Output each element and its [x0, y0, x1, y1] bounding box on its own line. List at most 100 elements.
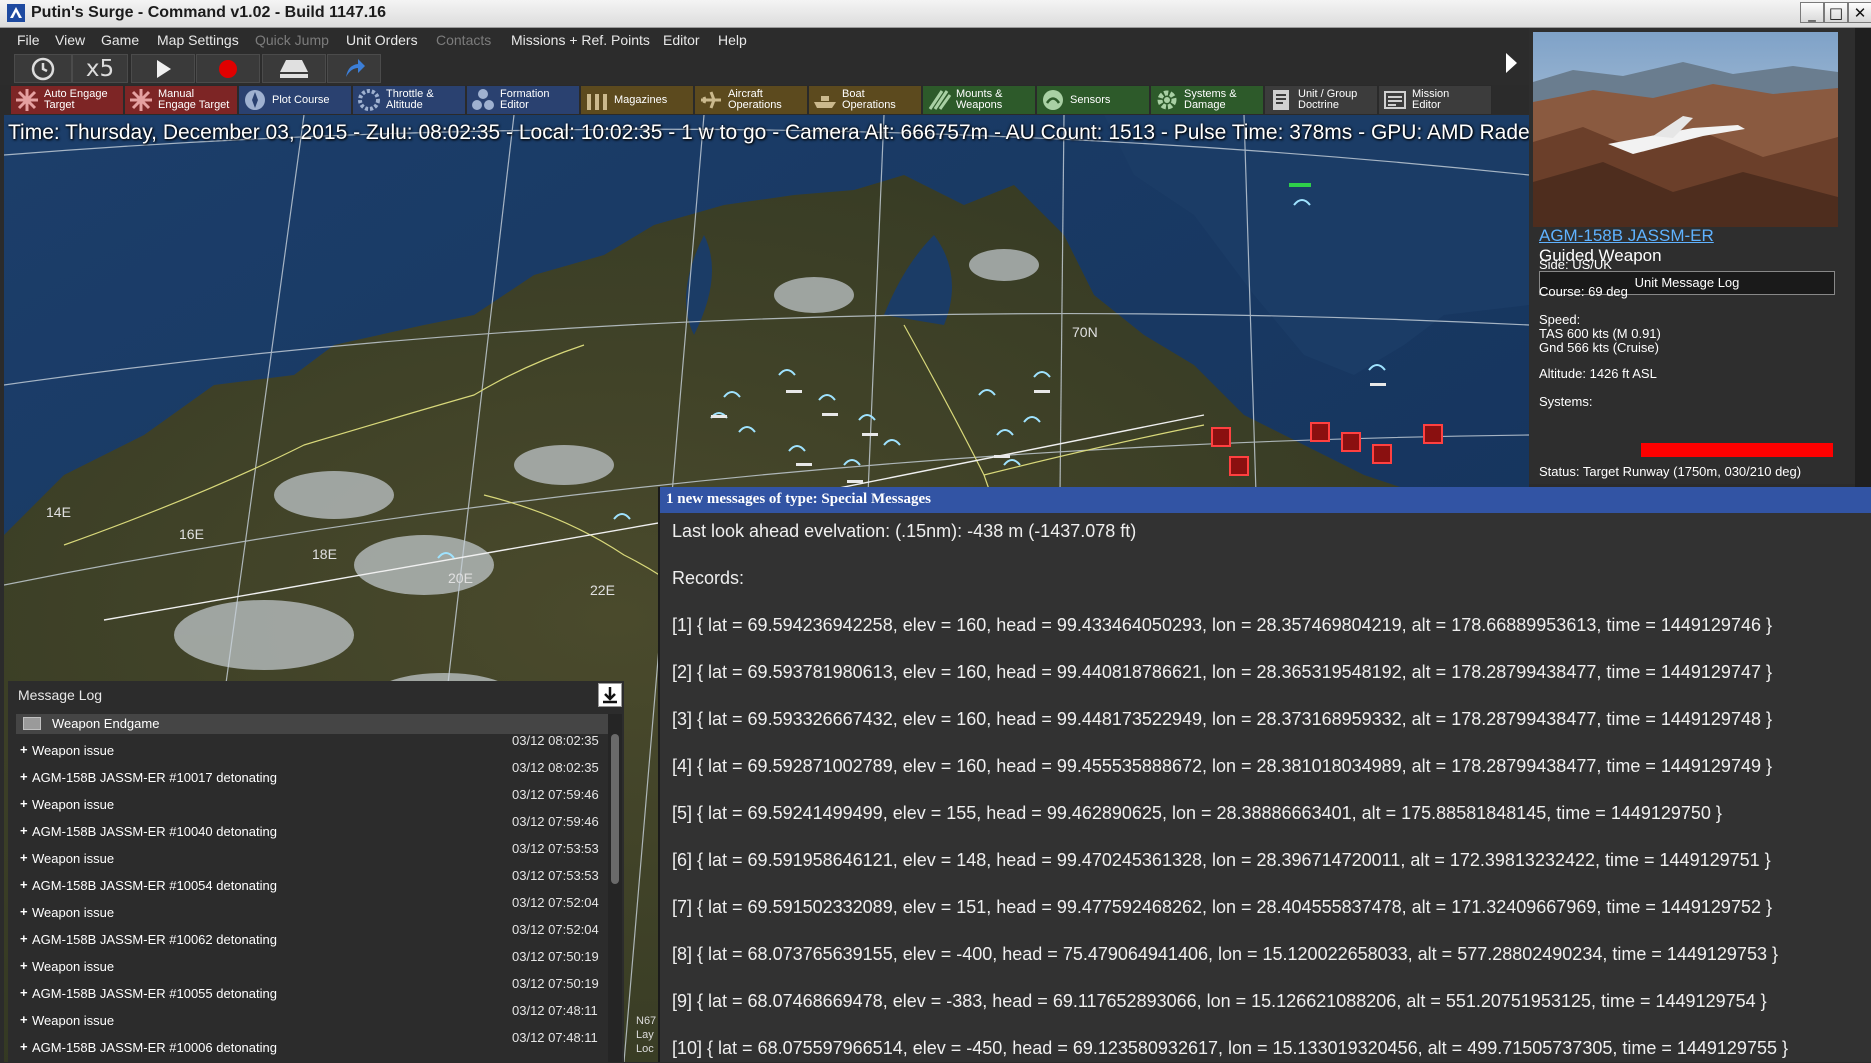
toolbar-label: Magazines [614, 93, 668, 106]
window-title-bar: Putin's Surge - Command v1.02 - Build 11… [0, 0, 1871, 28]
grid-label-22e: 22E [590, 582, 615, 598]
toolbar-label: Systems & Damage [1184, 88, 1237, 111]
close-button[interactable]: ✕ [1848, 2, 1871, 23]
popup-line: Last look ahead evelvation: (.15nm): -43… [672, 521, 1137, 541]
menu-unit-orders[interactable]: Unit Orders [346, 32, 418, 48]
expand-plus-icon[interactable]: + [20, 985, 28, 1000]
crosshair-icon [16, 89, 38, 111]
expand-plus-icon[interactable]: + [20, 904, 28, 919]
menu-missions-ref-points[interactable]: Missions + Ref. Points [511, 32, 650, 48]
sensors-button[interactable]: Sensors [1036, 85, 1150, 115]
crosshair-icon [130, 89, 152, 111]
unit-systems-label: Systems: [1539, 394, 1593, 409]
grid-label-16e: 16E [179, 526, 204, 542]
unit-speed-gnd: Gnd 566 kts (Cruise) [1539, 340, 1659, 355]
throttle-altitude-button[interactable]: Throttle & Altitude [352, 85, 466, 115]
compass-icon [245, 90, 265, 110]
menu-game[interactable]: Game [101, 32, 139, 48]
time-compression-display[interactable]: x5 [72, 54, 128, 83]
toolbar-label: Plot Course [272, 93, 330, 106]
message-log-download-button[interactable] [598, 683, 622, 707]
toolbar-label: Throttle & Altitude [386, 88, 434, 111]
unit-name-link[interactable]: AGM-158B JASSM-ER [1539, 226, 1714, 246]
toolbar-label: Unit / Group Doctrine [1298, 88, 1358, 111]
panel-collapse-arrow-icon[interactable] [1497, 43, 1525, 83]
log-entry[interactable]: + AGM-158B JASSM-ER #10006 detonating 03… [20, 1030, 610, 1063]
popup-record: [7] { lat = 69.591502332089, elev = 151,… [672, 897, 1772, 917]
menu-bar: File View Game Map Settings Quick Jump U… [0, 28, 1529, 53]
expand-plus-icon[interactable]: + [20, 823, 28, 838]
message-log-title: Message Log [18, 687, 103, 703]
expand-plus-icon[interactable]: + [20, 850, 28, 865]
maximize-button[interactable]: □ [1824, 2, 1848, 23]
magazines-button[interactable]: Magazines [580, 85, 694, 115]
toolbar-label: Sensors [1070, 93, 1111, 106]
aircraft-operations-button[interactable]: Aircraft Operations [694, 85, 808, 115]
toolbar-label: Manual Engage Target [158, 88, 230, 111]
auto-engage-target-button[interactable]: Auto Engage Target [10, 85, 124, 115]
unit-photo [1533, 32, 1838, 227]
unit-info-panel: AGM-158B JASSM-ER Guided Weapon Unit Mes… [1529, 28, 1855, 484]
log-group-label: Weapon Endgame [52, 716, 160, 731]
record-button[interactable] [196, 54, 260, 83]
map-corner-info: N67 Lay Loc [636, 1015, 657, 1055]
toolbar-label: Boat Operations [842, 88, 896, 111]
gear-icon [1157, 90, 1177, 110]
expand-plus-icon[interactable]: + [20, 742, 28, 757]
systems-damage-button[interactable]: Systems & Damage [1150, 85, 1264, 115]
grid-label-70n: 70N [1072, 324, 1098, 340]
boat-operations-button[interactable]: Boat Operations [808, 85, 922, 115]
plot-course-button[interactable]: Plot Course [238, 85, 352, 115]
popup-title-bar[interactable]: 1 new messages of type: Special Messages [660, 487, 1871, 513]
message-log-panel: Message Log Weapon Endgame + Weapon issu… [8, 681, 624, 1062]
unit-speed-tas: TAS 600 kts (M 0.91) [1539, 326, 1661, 341]
log-group-header[interactable]: Weapon Endgame [16, 714, 608, 734]
menu-quick-jump[interactable]: Quick Jump [255, 32, 329, 48]
unit-altitude: Altitude: 1426 ft ASL [1539, 366, 1657, 381]
expand-plus-icon[interactable]: + [20, 769, 28, 784]
grid-label-14e: 14E [46, 504, 71, 520]
menu-view[interactable]: View [55, 32, 85, 48]
eject-button[interactable] [262, 54, 326, 83]
message-log-scrollbar[interactable] [608, 714, 622, 1062]
unit-group-doctrine-button[interactable]: Unit / Group Doctrine [1264, 85, 1378, 115]
jump-button[interactable] [327, 54, 381, 83]
scrollbar-thumb[interactable] [611, 734, 619, 884]
manual-engage-target-button[interactable]: Manual Engage Target [124, 85, 238, 115]
sensor-icon [1043, 90, 1063, 110]
menu-file[interactable]: File [17, 32, 40, 48]
popup-record: [4] { lat = 69.592871002789, elev = 160,… [672, 756, 1772, 776]
play-button[interactable] [131, 54, 195, 83]
collapse-toggle-icon[interactable] [23, 717, 41, 730]
record-icon [219, 59, 237, 78]
popup-record: [8] { lat = 68.073765639155, elev = -400… [672, 944, 1778, 964]
expand-plus-icon[interactable]: + [20, 796, 28, 811]
popup-line: Records: [672, 568, 745, 588]
expand-plus-icon[interactable]: + [20, 877, 28, 892]
minimize-button[interactable]: _ [1800, 2, 1824, 23]
popup-record: [1] { lat = 69.594236942258, elev = 160,… [672, 615, 1772, 635]
time-compression-label: x5 [85, 55, 115, 82]
menu-map-settings[interactable]: Map Settings [157, 32, 239, 48]
mission-editor-button[interactable]: Mission Editor [1378, 85, 1492, 115]
expand-plus-icon[interactable]: + [20, 931, 28, 946]
formation-icon [472, 89, 494, 110]
play-icon [157, 59, 171, 78]
toolbar-label: Auto Engage Target [44, 88, 108, 111]
formation-editor-button[interactable]: Formation Editor [466, 85, 580, 115]
menu-editor[interactable]: Editor [663, 32, 700, 48]
app-logo-icon [7, 4, 25, 22]
popup-record: [3] { lat = 69.593326667432, elev = 160,… [672, 709, 1772, 729]
expand-plus-icon[interactable]: + [20, 1039, 28, 1054]
menu-contacts[interactable]: Contacts [436, 32, 491, 48]
unit-speed-label: Speed: [1539, 312, 1581, 327]
popup-title: 1 new messages of type: Special Messages [666, 491, 931, 507]
clock-button[interactable] [14, 54, 72, 83]
weapons-icon [928, 90, 951, 110]
grid-label-18e: 18E [312, 546, 337, 562]
expand-plus-icon[interactable]: + [20, 958, 28, 973]
menu-help[interactable]: Help [718, 32, 747, 48]
expand-plus-icon[interactable]: + [20, 1012, 28, 1027]
throttle-icon [358, 89, 380, 111]
mounts-weapons-button[interactable]: Mounts & Weapons [922, 85, 1036, 115]
